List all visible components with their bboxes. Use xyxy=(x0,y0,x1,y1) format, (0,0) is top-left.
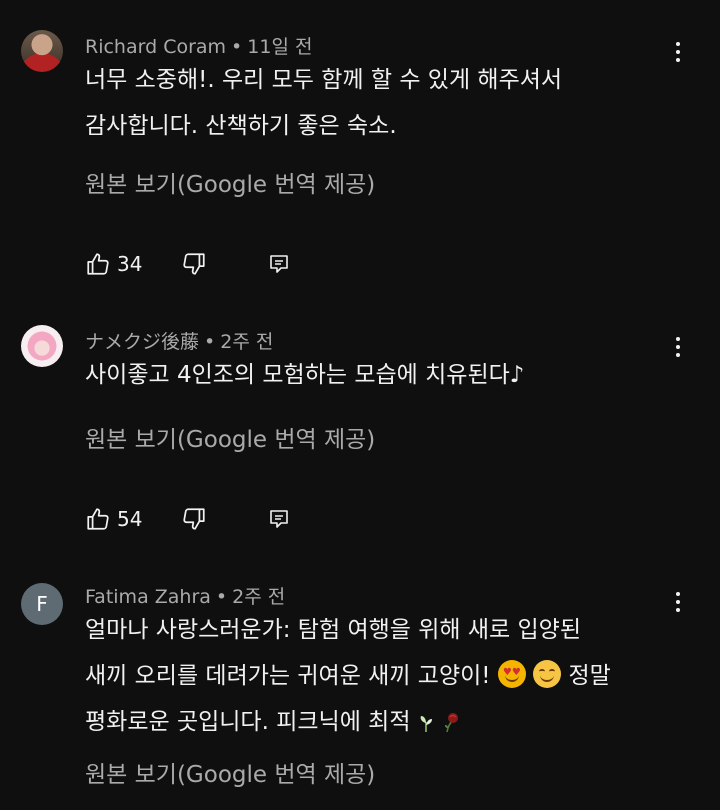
comment-time[interactable]: 2주 전 xyxy=(232,586,285,608)
avatar[interactable]: F xyxy=(21,583,63,625)
wilted-rose-icon xyxy=(441,703,459,749)
comment-line: 새끼 오리를 데려가는 귀여운 새끼 고양이! ♥ ♥ 정말 xyxy=(85,653,665,699)
smiling-face-icon xyxy=(533,660,562,688)
show-original-link[interactable]: 원본 보기(Google 번역 제공) xyxy=(85,755,375,789)
comment-line: 얼마나 사랑스러운가: 탐험 여행을 위해 새로 입양된 xyxy=(85,617,581,643)
more-vert-icon[interactable] xyxy=(666,587,690,617)
herb-icon xyxy=(418,703,434,749)
author-name[interactable]: Fatima Zahra xyxy=(85,586,211,608)
comment-3: F Fatima Zahra • 2주 전 얼마나 사랑스러운가: 탐험 여행을 위… xyxy=(0,0,720,810)
avatar-letter: F xyxy=(36,592,48,616)
comment-line: 평화로운 곳입니다. 피크닉에 최적 xyxy=(85,699,665,749)
comment-meta: Fatima Zahra • 2주 전 xyxy=(85,586,286,608)
comment-text: 얼마나 사랑스러운가: 탐험 여행을 위해 새로 입양된 새끼 오리를 데려가는… xyxy=(85,607,665,749)
smiling-face-heart-eyes-icon: ♥ ♥ xyxy=(497,660,526,688)
